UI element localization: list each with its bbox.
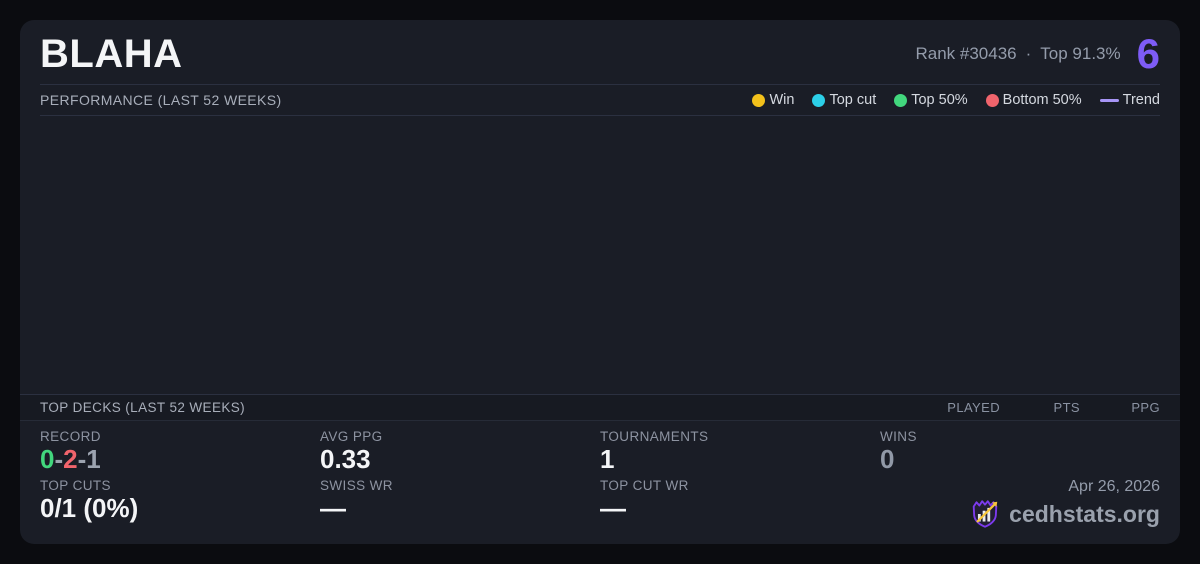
top-decks-columns: PLAYED PTS PPG (920, 400, 1160, 415)
footer-date: Apr 26, 2026 (1068, 478, 1160, 495)
stat-record: RECORD 0-2-1 (40, 429, 320, 475)
stat-top-cuts: TOP CUTS 0/1 (0%) (40, 478, 320, 530)
legend-item-trend: Trend (1099, 92, 1160, 108)
legend-label-top-cut: Top cut (829, 92, 877, 108)
stat-avg-ppg: AVG PPG 0.33 (320, 429, 600, 475)
top-percent-value: Top 91.3% (1040, 43, 1121, 63)
record-separator-2: - (77, 444, 87, 475)
stat-top-cut-wr-value: — (600, 493, 626, 523)
column-pts: PTS (1053, 400, 1080, 416)
legend-item-top-50: Top 50% (894, 92, 968, 108)
stat-swiss-wr-value: — (320, 493, 346, 523)
stat-wins-label: WINS (880, 429, 917, 445)
card-header: BLAHA Rank #30436 · Top 91.3% 6 (40, 20, 1160, 85)
chart-legend: Win Top cut Top 50% Bottom 50% Trend (752, 92, 1160, 108)
legend-item-top-cut: Top cut (812, 92, 876, 108)
stat-swiss-wr-label: SWISS WR (320, 478, 393, 493)
player-stats-card: BLAHA Rank #30436 · Top 91.3% 6 PERFORMA… (20, 20, 1180, 544)
stat-avg-ppg-label: AVG PPG (320, 429, 383, 445)
column-ppg: PPG (1131, 400, 1160, 416)
rank-separator: · (1025, 43, 1032, 63)
bottom-50-dot-icon (985, 93, 999, 107)
brand-text: cedhstats.org (1009, 500, 1160, 527)
legend-item-win: Win (752, 92, 794, 108)
count-badge: 6 (1136, 30, 1160, 78)
legend-label-bottom-50: Bottom 50% (1002, 92, 1082, 108)
stat-record-label: RECORD (40, 429, 101, 445)
legend-item-bottom-50: Bottom 50% (985, 92, 1082, 108)
win-dot-icon (752, 93, 766, 107)
footer-cell: Apr 26, 2026 cedhstats.org (880, 478, 1160, 530)
legend-label-win: Win (769, 92, 795, 108)
top-50-dot-icon (894, 93, 908, 107)
brand-link[interactable]: cedhstats.org (969, 498, 1160, 530)
record-draws: 1 (86, 444, 101, 475)
record-separator-1: - (54, 444, 64, 475)
stat-wins: WINS 0 (880, 429, 1160, 475)
performance-section-title: PERFORMANCE (LAST 52 WEEKS) (40, 92, 282, 108)
performance-chart (40, 116, 1160, 394)
performance-section-header: PERFORMANCE (LAST 52 WEEKS) Win Top cut … (40, 85, 1160, 116)
stat-tournaments-label: TOURNAMENTS (600, 429, 709, 445)
stat-tournaments-value: 1 (600, 444, 615, 475)
cedhstats-shield-logo-icon (972, 500, 998, 528)
legend-label-top-50: Top 50% (911, 92, 968, 108)
trend-line-icon (1099, 98, 1119, 102)
top-cut-dot-icon (812, 93, 826, 107)
stat-wins-value: 0 (880, 444, 895, 475)
header-right: Rank #30436 · Top 91.3% 6 (915, 30, 1160, 78)
top-decks-section-title: TOP DECKS (LAST 52 WEEKS) (40, 400, 246, 416)
page-background: BLAHA Rank #30436 · Top 91.3% 6 PERFORMA… (0, 0, 1200, 564)
top-decks-header: TOP DECKS (LAST 52 WEEKS) PLAYED PTS PPG (20, 394, 1180, 422)
column-played: PLAYED (947, 400, 1000, 416)
page-title: BLAHA (40, 32, 183, 76)
stat-top-cuts-value: 0/1 (0%) (40, 493, 139, 523)
stat-swiss-wr: SWISS WR — (320, 478, 600, 530)
stat-top-cut-wr: TOP CUT WR — (600, 478, 880, 530)
stats-grid: RECORD 0-2-1 AVG PPG 0.33 TOURNAMENTS 1 … (40, 421, 1160, 544)
stat-top-cuts-label: TOP CUTS (40, 478, 111, 493)
legend-label-trend: Trend (1122, 92, 1160, 108)
rank-value: Rank #30436 (915, 43, 1017, 63)
stat-top-cut-wr-label: TOP CUT WR (600, 478, 689, 493)
record-losses: 2 (63, 444, 78, 475)
stat-tournaments: TOURNAMENTS 1 (600, 429, 880, 475)
rank-text: Rank #30436 · Top 91.3% (915, 44, 1120, 64)
record-wins: 0 (40, 444, 55, 475)
stat-avg-ppg-value: 0.33 (320, 444, 371, 475)
stat-record-value: 0-2-1 (40, 444, 320, 475)
